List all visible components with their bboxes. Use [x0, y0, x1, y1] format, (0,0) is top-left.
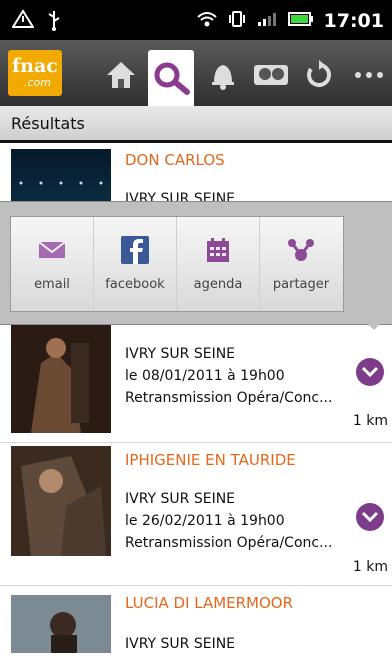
signal-icon — [256, 10, 278, 32]
event-category: Retransmission Opéra/Conc... — [125, 390, 333, 406]
app-toolbar: fnac .com — [0, 40, 392, 107]
event-venue: IVRY SUR SEINE — [125, 346, 236, 362]
more-icon — [355, 72, 383, 78]
status-left-icons — [11, 9, 62, 35]
share-icon — [288, 239, 314, 261]
event-distance: 1 km — [352, 413, 388, 429]
share-label: partager — [272, 277, 330, 292]
usb-icon — [46, 9, 62, 35]
email-action[interactable]: email — [11, 217, 94, 311]
refresh-button[interactable] — [296, 48, 342, 102]
event-distance: 1 km — [352, 559, 388, 575]
chevron-down-icon — [361, 511, 379, 523]
vibrate-icon — [228, 9, 246, 33]
event-title: IPHIGENIE EN TAURIDE — [125, 451, 296, 469]
event-thumbnail — [11, 595, 111, 653]
share-popup-items: email facebook agenda partager — [10, 216, 344, 312]
event-details-button[interactable] — [356, 358, 384, 386]
search-button[interactable] — [148, 50, 194, 106]
list-item[interactable]: IPHIGENIE EN TAURIDE IVRY SUR SEINE le 2… — [0, 443, 392, 586]
bell-icon — [212, 65, 234, 90]
event-details-button[interactable] — [356, 503, 384, 531]
home-icon — [107, 62, 135, 88]
clock: 17:01 — [323, 10, 384, 32]
event-thumbnail — [11, 149, 111, 201]
facebook-label: facebook — [105, 277, 165, 292]
event-thumbnail — [11, 323, 111, 433]
ticket-icon — [254, 65, 288, 85]
agenda-action[interactable]: agenda — [177, 217, 260, 311]
logo-subtext: .com — [24, 76, 51, 89]
logo-text: fnac — [12, 55, 58, 77]
list-item[interactable]: IVRY SUR SEINE le 08/01/2011 à 19h00 Ret… — [0, 323, 392, 443]
status-bar: 17:01 — [0, 0, 392, 40]
event-venue: IVRY SUR SEINE — [125, 636, 236, 652]
popup-pointer — [364, 320, 384, 330]
notifications-button[interactable] — [200, 48, 246, 102]
event-category: Retransmission Opéra/Conc... — [125, 535, 333, 551]
envelope-icon — [38, 241, 66, 258]
results-header: Résultats — [0, 106, 392, 143]
event-title: DON CARLOS — [125, 151, 225, 169]
facebook-action[interactable]: facebook — [94, 217, 177, 311]
search-icon — [154, 62, 190, 95]
warning-icon — [11, 9, 35, 35]
fnac-logo[interactable]: fnac .com — [8, 50, 62, 96]
chevron-down-icon — [361, 366, 379, 378]
battery-icon — [287, 11, 314, 31]
wifi-icon — [196, 10, 218, 32]
event-date: le 26/02/2011 à 19h00 — [125, 513, 285, 529]
agenda-label: agenda — [193, 277, 243, 292]
tickets-button[interactable] — [248, 48, 294, 102]
list-item[interactable]: LUCIA DI LAMERMOOR IVRY SUR SEINE — [0, 586, 392, 653]
calendar-icon — [207, 238, 229, 262]
list-item[interactable]: DON CARLOS IVRY SUR SEINE — [0, 143, 392, 207]
more-button[interactable] — [346, 48, 392, 102]
event-venue: IVRY SUR SEINE — [125, 491, 236, 507]
facebook-icon — [121, 236, 149, 264]
email-label: email — [34, 277, 70, 292]
event-title: LUCIA DI LAMERMOOR — [125, 594, 294, 612]
share-action[interactable]: partager — [260, 217, 342, 311]
event-date: le 08/01/2011 à 19h00 — [125, 368, 285, 384]
share-popup: email facebook agenda partager — [0, 201, 392, 325]
status-right-icons: 17:01 — [196, 9, 384, 33]
home-button[interactable] — [98, 48, 144, 102]
refresh-icon — [307, 60, 331, 87]
event-thumbnail — [11, 446, 111, 556]
results-title: Résultats — [11, 114, 85, 133]
